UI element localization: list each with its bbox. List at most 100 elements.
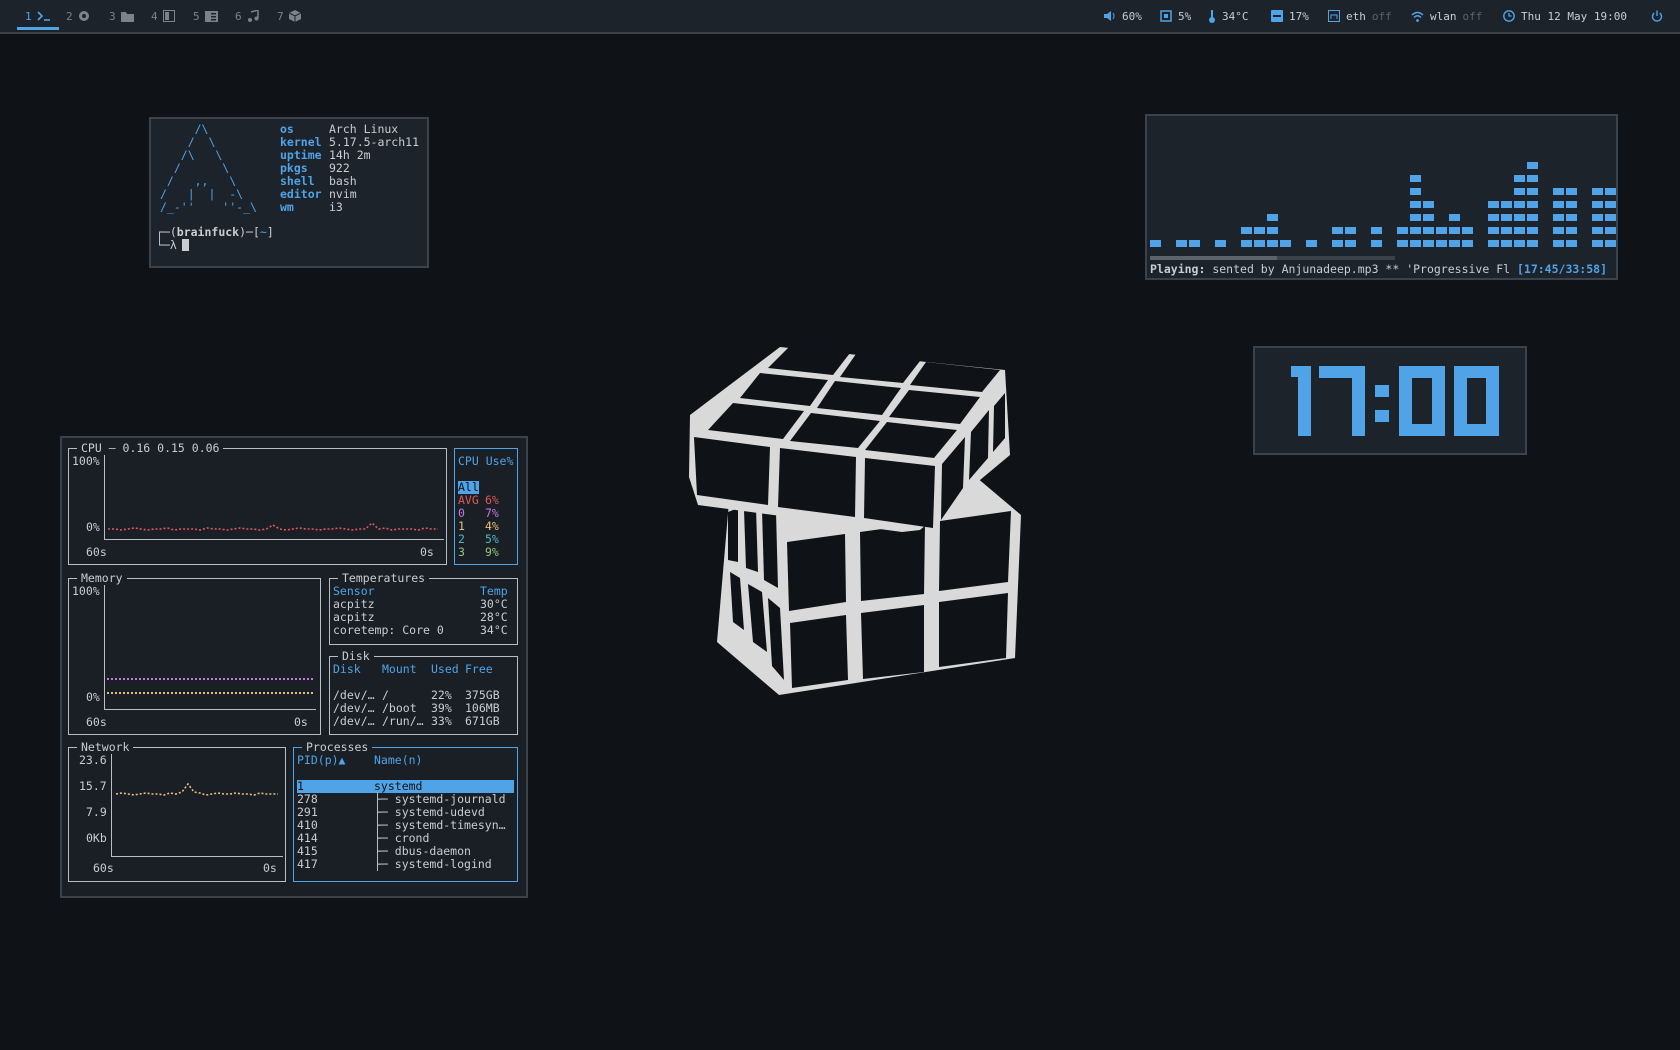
music-visualizer[interactable]: Playing: sented by Anjunadeep.mp3 ** 'Pr…	[1145, 114, 1618, 280]
workspace-6[interactable]: 6	[235, 0, 259, 32]
cpu-status: 5%	[1160, 0, 1191, 32]
spectrum-bar-segment	[1462, 240, 1473, 247]
wlan-state: off	[1462, 9, 1483, 23]
workspace-7[interactable]: 7	[277, 0, 301, 32]
spectrum-bar-segment	[1267, 214, 1278, 221]
workspace-4[interactable]: 4	[151, 0, 175, 32]
workspace-2[interactable]: 2	[66, 0, 90, 32]
spectrum-bar-segment	[1254, 240, 1265, 247]
spectrum-bar-segment	[1553, 188, 1564, 195]
cpu-x-left: 60s	[86, 545, 107, 559]
memory-x-axis	[104, 709, 316, 710]
document-icon	[204, 10, 218, 22]
spectrum-bar-segment	[1345, 240, 1356, 247]
wlan-status[interactable]: wlan off	[1411, 0, 1482, 32]
cpu-use-value: 5%	[485, 532, 499, 546]
workspace-3[interactable]: 3	[109, 0, 134, 32]
process-name: crond	[394, 831, 430, 845]
clock-status[interactable]: Thu 12 May 19:00	[1503, 0, 1627, 32]
cpu-title: CPU — 0.16 0.15 0.06	[77, 441, 224, 455]
spectrum-bar-segment	[1605, 201, 1616, 208]
playback-progress-bar[interactable]	[1150, 256, 1395, 260]
process-name: systemd	[374, 779, 423, 793]
net-y-tick: 15.7	[79, 779, 107, 793]
net-y-tick: 7.9	[86, 805, 107, 819]
spectrum-bar-segment	[1449, 227, 1460, 234]
disk-box: Disk Disk Mount Used Free /dev/…/22% 375GB /…	[329, 649, 518, 735]
memory-x-left: 60s	[86, 715, 107, 729]
process-col-pid[interactable]: PID(p)▲	[297, 754, 345, 767]
spectrum-bar-segment	[1605, 227, 1616, 234]
spectrum-bar-segment	[1189, 240, 1200, 247]
spectrum-bar-segment	[1514, 201, 1525, 208]
spectrum-bar-segment	[1501, 214, 1512, 221]
network-title: Network	[77, 740, 134, 754]
spectrum-bar-segment	[1553, 240, 1564, 247]
clock-icon	[1503, 10, 1515, 22]
package-icon	[288, 10, 301, 22]
spectrum-bar-segment	[1241, 227, 1252, 234]
wlan-label: wlan	[1430, 9, 1457, 23]
terminal-icon	[37, 11, 50, 21]
terminal-cursor	[181, 239, 189, 251]
cpu-x-axis	[104, 539, 444, 540]
memory-value: 17%	[1289, 9, 1309, 23]
spectrum-bar-segment	[1592, 201, 1603, 208]
temperature-row: coretemp: Core 0 34°C	[333, 623, 508, 637]
disk-header: Disk Mount Used Free	[333, 662, 493, 676]
workspace-1[interactable]: 1	[25, 0, 51, 32]
spectrum-bar-segment	[1410, 240, 1421, 247]
cpu-y-bottom: 0%	[86, 520, 100, 534]
process-tree-branch: ├─	[374, 805, 395, 819]
processes-box[interactable]: Processes PID(p)▲ Name(n) 1 systemd 278 ├─ …	[293, 740, 518, 882]
spectrum-bar-segment	[1410, 227, 1421, 234]
shell-prompt[interactable]: ┌─(brainfuck)─[~] └─λ	[156, 226, 274, 252]
workspace-5[interactable]: 5	[193, 0, 218, 32]
network-graph-box: Network 23.6 15.7 7.9 0Kb 60s 0s	[68, 740, 286, 882]
top-bar: 1 2 3 4 5 6 7 60% 5% 34°C 17% eth off wl…	[0, 0, 1680, 34]
system-monitor[interactable]: CPU — 0.16 0.15 0.06 100% 0% 60s 0s CPU …	[60, 436, 528, 898]
browser-icon	[78, 11, 89, 21]
cpu-use-value: 4%	[485, 519, 499, 533]
terminal-window[interactable]: /\ / \ /\ \ / \ / ,, \ / | | -\ /_-'' ''…	[149, 117, 429, 268]
spectrum-bar-segment	[1527, 214, 1538, 221]
spectrum-bar-segment	[1488, 227, 1499, 234]
memory-y-top: 100%	[72, 584, 100, 598]
spectrum-bar-segment	[1371, 240, 1382, 247]
process-row[interactable]: 417 ├─ systemd-logind	[297, 858, 514, 871]
spectrum-bar-segment	[1267, 240, 1278, 247]
workspace-number: 4	[151, 9, 158, 23]
spectrum-bar-segment	[1397, 240, 1408, 247]
spectrum-bar-segment	[1397, 227, 1408, 234]
process-pid: 417	[297, 857, 318, 871]
system-info: os Arch Linux kernel 5.17.5-arch11 uptime 1…	[280, 123, 419, 214]
spectrum-bar-segment	[1566, 188, 1577, 195]
spectrum-bar-segment	[1410, 175, 1421, 182]
spectrum-bar-segment	[1527, 201, 1538, 208]
volume-status[interactable]: 60%	[1104, 0, 1142, 32]
process-tree-branch: ├─	[374, 857, 395, 871]
temperature-value: 34°C	[1222, 9, 1249, 23]
power-button[interactable]	[1651, 0, 1663, 32]
spectrum-bar-segment	[1423, 201, 1434, 208]
process-col-name[interactable]: Name(n)	[374, 754, 422, 767]
spectrum-bar-segment	[1592, 214, 1603, 221]
temperatures-box: Temperatures Sensor Temp acpitz 30°C acpi…	[329, 571, 518, 645]
cpu-use-value: 7%	[485, 506, 499, 520]
ethernet-icon	[1328, 10, 1340, 22]
spectrum-bar-segment	[1501, 240, 1512, 247]
spectrum-bar-segment	[1553, 214, 1564, 221]
spectrum-bar-segment	[1527, 162, 1538, 169]
spectrum-bar-segment	[1267, 227, 1278, 234]
prompt-dir: ~	[259, 225, 267, 239]
workspace-number: 3	[109, 9, 116, 23]
spectrum-bar-segment	[1566, 214, 1577, 221]
rubiks-cube-wallpaper	[689, 346, 1021, 695]
cpu-use-row[interactable]: 3 9%	[458, 546, 499, 559]
process-tree-branch: ├─	[374, 792, 395, 806]
thermometer-icon	[1209, 9, 1215, 23]
memory-icon	[1271, 10, 1283, 22]
memory-y-bottom: 0%	[86, 690, 100, 704]
cpu-use-box: CPU Use% All AVG 6% 0 7% 1 4% 2 5% 3 9%	[454, 448, 518, 565]
ethernet-status[interactable]: eth off	[1328, 0, 1392, 32]
